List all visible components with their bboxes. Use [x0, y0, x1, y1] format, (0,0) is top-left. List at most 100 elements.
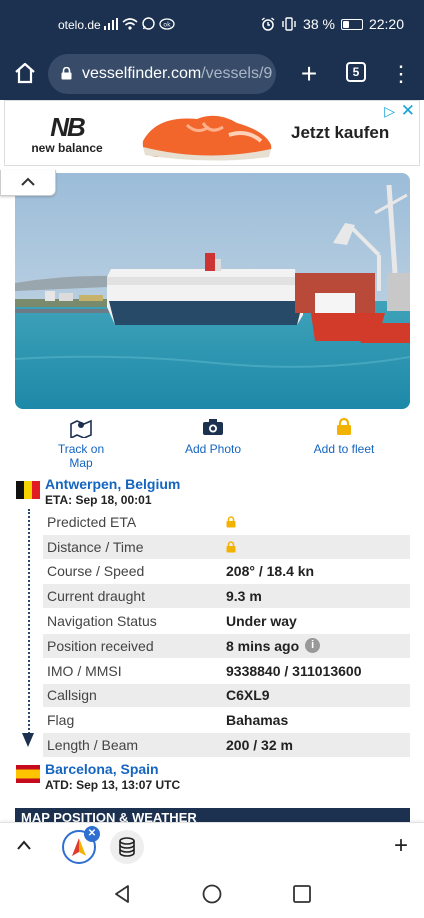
- lock-icon: [226, 540, 236, 553]
- detail-value-text: 208° / 18.4 kn: [226, 563, 315, 580]
- detail-row: Callsign C6XL9: [43, 682, 410, 708]
- ad-brand-logo: NB new balance: [27, 113, 107, 155]
- destination-eta: ETA: Sep 18, 00:01: [45, 493, 152, 507]
- track-on-map-button[interactable]: Track on Map: [46, 418, 116, 470]
- detail-row: Course / Speed 208° / 18.4 kn: [43, 558, 410, 584]
- database-icon: [119, 837, 135, 857]
- detail-value: 208° / 18.4 kn: [226, 563, 314, 579]
- site-favicon-button[interactable]: ✕: [62, 826, 100, 864]
- status-bar: otelo.de ok 38 % 22:20: [0, 0, 424, 50]
- ad-close-button[interactable]: ✕: [401, 101, 415, 121]
- detail-value[interactable]: [226, 540, 236, 553]
- lock-icon: [226, 516, 236, 528]
- route-arrow-icon: [22, 733, 34, 747]
- adchoices-icon[interactable]: ▷: [384, 103, 395, 120]
- detail-row: Navigation Status Under way: [43, 608, 410, 633]
- detail-row: Current draught 9.3 m: [43, 583, 410, 609]
- detail-key: Navigation Status: [47, 613, 157, 630]
- new-tab-button[interactable]: +: [296, 60, 322, 88]
- ad-shoe-image: [142, 115, 272, 161]
- detail-value-text: Under way: [226, 613, 297, 630]
- home-button[interactable]: [12, 61, 38, 87]
- camera-icon: [203, 419, 223, 435]
- detail-key: Length / Beam: [47, 737, 139, 754]
- detail-value-text: 9338840 / 311013600: [226, 662, 362, 679]
- vessel-actions: Track on Map Add Photo Add to fleet: [0, 417, 424, 470]
- detail-key: Flag: [47, 712, 75, 729]
- track-on-map-label: Track on Map: [57, 442, 105, 470]
- detail-key: Distance / Time: [47, 538, 144, 555]
- wifi-icon: [122, 17, 138, 30]
- detail-value-text: C6XL9: [226, 687, 270, 704]
- database-button[interactable]: [110, 830, 144, 864]
- status-right: 38 % 22:20: [261, 16, 404, 32]
- vessel-details-table: Predicted ETA Distance / Time Course / Spe…: [43, 509, 410, 757]
- detail-key: Course / Speed: [47, 563, 145, 580]
- alarm-icon: [261, 17, 275, 31]
- detail-row: IMO / MMSI 9338840 / 311013600: [43, 657, 410, 683]
- vessel-photo[interactable]: [15, 173, 410, 409]
- route-line: [28, 509, 30, 737]
- origin-name[interactable]: Barcelona, Spain: [45, 761, 159, 777]
- add-button[interactable]: +: [394, 832, 408, 860]
- expand-bar-button[interactable]: [16, 835, 32, 856]
- detail-value: Under way: [226, 613, 297, 629]
- ad-banner[interactable]: NB new balance Jetzt kaufen ▷ ✕: [4, 100, 420, 166]
- messenger-icon: ok: [159, 17, 175, 30]
- destination-name[interactable]: Antwerpen, Belgium: [45, 476, 180, 492]
- add-to-fleet-label: Add to fleet: [313, 442, 375, 456]
- detail-row: Length / Beam 200 / 32 m: [43, 732, 410, 757]
- detail-key: Current draught: [47, 588, 146, 605]
- home-icon: [15, 62, 35, 84]
- battery-icon: [340, 18, 363, 30]
- carrier-name: otelo.de: [58, 18, 101, 32]
- detail-value: Bahamas: [226, 712, 288, 728]
- chevron-up-icon: [17, 840, 31, 850]
- detail-key: IMO / MMSI: [47, 662, 122, 679]
- tab-switcher-button[interactable]: 5: [346, 62, 366, 82]
- home-nav-icon[interactable]: [202, 884, 222, 904]
- detail-value: 9.3 m: [226, 588, 262, 604]
- clock: 22:20: [368, 16, 404, 32]
- whatsapp-icon: [142, 17, 155, 30]
- battery-percent: 38 %: [303, 16, 335, 32]
- add-photo-label: Add Photo: [184, 442, 242, 456]
- browser-toolbar: vesselfinder.com/vessels/9 + 5 ⋮: [0, 50, 424, 100]
- back-icon[interactable]: [112, 884, 132, 904]
- collapse-ad-button[interactable]: [0, 170, 56, 196]
- detail-value: C6XL9: [226, 687, 270, 703]
- detail-value-text: Bahamas: [226, 712, 289, 729]
- detail-row: Distance / Time: [43, 533, 410, 559]
- origin-atd: ATD: Sep 13, 13:07 UTC: [45, 778, 181, 792]
- detail-row: Position received 8 mins ago i: [43, 632, 410, 658]
- detail-value-text: 9.3 m: [226, 588, 262, 605]
- close-badge-icon[interactable]: ✕: [84, 826, 100, 842]
- address-bar[interactable]: vesselfinder.com/vessels/9: [48, 54, 276, 94]
- browser-menu-button[interactable]: ⋮: [390, 60, 412, 88]
- detail-key: Position received: [47, 637, 154, 654]
- recents-icon[interactable]: [292, 884, 312, 904]
- detail-key: Callsign: [47, 687, 97, 704]
- lock-icon: [61, 67, 72, 80]
- url-path: /vessels/9: [201, 65, 273, 82]
- add-to-fleet-button[interactable]: Add to fleet: [312, 417, 376, 456]
- detail-row: Flag Bahamas: [43, 707, 410, 733]
- svg-text:ok: ok: [163, 21, 171, 28]
- battery-level-fill: [342, 20, 350, 28]
- url-domain: vesselfinder.com: [82, 65, 202, 82]
- vibrate-icon: [282, 17, 296, 31]
- detail-value-text: 8 mins ago: [226, 637, 300, 654]
- info-icon[interactable]: i: [305, 638, 321, 654]
- signal-icons: ok: [104, 17, 175, 30]
- ad-cta: Jetzt kaufen: [291, 123, 390, 142]
- lock-icon: [337, 417, 351, 435]
- detail-key: Predicted ETA: [47, 513, 137, 530]
- detail-row: Predicted ETA: [43, 509, 410, 534]
- chevron-up-icon: [21, 177, 35, 186]
- detail-value-text: 200 / 32 m: [226, 737, 293, 754]
- spain-flag-icon: [16, 765, 40, 783]
- detail-value[interactable]: [226, 516, 236, 528]
- system-nav-bar: [0, 870, 424, 918]
- detail-value: 8 mins ago i: [226, 637, 321, 654]
- add-photo-button[interactable]: Add Photo: [184, 418, 242, 456]
